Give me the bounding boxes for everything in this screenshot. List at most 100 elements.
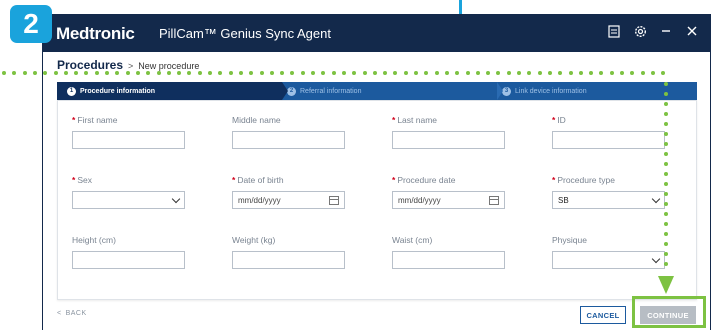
annotation-dot <box>33 71 37 75</box>
last-name-label: Last name <box>397 115 438 125</box>
annotation-dot <box>664 162 668 166</box>
annotation-dot <box>95 71 99 75</box>
annotation-dot <box>393 71 397 75</box>
step-badge: 2 <box>10 5 52 43</box>
annotation-dot <box>664 172 668 176</box>
calendar-icon[interactable] <box>489 195 499 205</box>
annotation-dot <box>507 71 511 75</box>
annotation-dot <box>527 71 531 75</box>
step-referral-information[interactable]: 2 Referral information <box>282 82 503 100</box>
step-number: 2 <box>287 86 296 96</box>
main-content: Procedures > New procedure 1 Procedure i… <box>43 52 710 330</box>
annotation-dot <box>664 92 668 96</box>
back-button[interactable]: < BACK <box>57 310 87 317</box>
annotation-dot <box>342 71 346 75</box>
annotation-dot <box>466 71 470 75</box>
physique-label: Physique <box>552 235 587 245</box>
last-name-group: * Last name <box>392 115 505 149</box>
annotation-dot <box>661 71 665 75</box>
annotation-dot <box>599 71 603 75</box>
annotation-dot <box>352 71 356 75</box>
required-marker: * <box>552 115 556 125</box>
title-bar-controls <box>607 24 699 38</box>
first-name-input[interactable] <box>72 131 185 149</box>
minimize-icon[interactable] <box>659 24 673 38</box>
annotation-dot <box>664 262 668 266</box>
date-of-birth-placeholder: mm/dd/yyyy <box>238 195 281 205</box>
sex-group: * Sex <box>72 175 185 209</box>
close-icon[interactable] <box>685 24 699 38</box>
physique-select[interactable] <box>552 251 665 269</box>
procedure-date-label: Procedure date <box>397 175 456 185</box>
waist-input[interactable] <box>392 251 505 269</box>
procedure-type-label: Procedure type <box>557 175 615 185</box>
annotation-dot <box>664 242 668 246</box>
procedure-type-value: SB <box>558 195 569 205</box>
step-chevron <box>282 82 288 100</box>
procedure-date-group: * Procedure date mm/dd/yyyy <box>392 175 505 209</box>
annotation-dot <box>664 192 668 196</box>
annotation-dot <box>2 71 6 75</box>
annotation-dot <box>260 71 264 75</box>
weight-input[interactable] <box>232 251 345 269</box>
annotation-dot <box>424 71 428 75</box>
waist-label: Waist (cm) <box>392 235 433 245</box>
annotation-dot <box>664 212 668 216</box>
breadcrumb-current: New procedure <box>138 61 200 71</box>
annotation-dot <box>414 71 418 75</box>
annotation-dot <box>579 71 583 75</box>
clipboard-icon[interactable] <box>607 24 621 38</box>
cancel-button[interactable]: CANCEL <box>580 306 626 324</box>
middle-name-input[interactable] <box>232 131 345 149</box>
gear-icon[interactable] <box>633 24 647 38</box>
step-number: 1 <box>67 86 76 96</box>
step-chevron <box>497 82 503 100</box>
procedure-date-placeholder: mm/dd/yyyy <box>398 195 441 205</box>
annotation-dot <box>208 71 212 75</box>
annotation-dot <box>610 71 614 75</box>
waist-group: Waist (cm) <box>392 235 505 269</box>
sex-label: Sex <box>77 175 92 185</box>
middle-name-label: Middle name <box>232 115 281 125</box>
annotation-dot <box>249 71 253 75</box>
annotation-dot <box>64 71 68 75</box>
id-group: * ID <box>552 115 665 149</box>
required-marker: * <box>552 175 556 185</box>
height-input[interactable] <box>72 251 185 269</box>
annotation-highlight-box <box>632 296 706 328</box>
weight-group: Weight (kg) <box>232 235 345 269</box>
app-title: PillCam™ Genius Sync Agent <box>159 26 331 41</box>
procedure-type-group: * Procedure type SB <box>552 175 665 209</box>
calendar-icon[interactable] <box>329 195 339 205</box>
required-marker: * <box>232 175 236 185</box>
annotation-dot <box>126 71 130 75</box>
brand-logo: Medtronic <box>56 24 135 43</box>
annotation-dot <box>630 71 634 75</box>
procedure-type-select[interactable]: SB <box>552 191 665 209</box>
procedure-date-input[interactable]: mm/dd/yyyy <box>392 191 505 209</box>
annotation-dot <box>486 71 490 75</box>
date-of-birth-label: Date of birth <box>237 175 284 185</box>
id-label: ID <box>557 115 566 125</box>
annotation-dot <box>620 71 624 75</box>
first-name-group: * First name <box>72 115 185 149</box>
breadcrumb-separator: > <box>128 61 134 71</box>
date-of-birth-input[interactable]: mm/dd/yyyy <box>232 191 345 209</box>
step-procedure-information[interactable]: 1 Procedure information <box>57 82 288 100</box>
annotation-dot <box>589 71 593 75</box>
sex-select[interactable] <box>72 191 185 209</box>
required-marker: * <box>392 115 396 125</box>
annotation-dot <box>664 112 668 116</box>
required-marker: * <box>72 175 76 185</box>
annotation-dot <box>664 252 668 256</box>
annotation-dot <box>641 71 645 75</box>
annotation-dot <box>321 71 325 75</box>
id-input[interactable] <box>552 131 665 149</box>
annotation-dot <box>435 71 439 75</box>
annotation-dot <box>311 71 315 75</box>
annotation-dot <box>239 71 243 75</box>
breadcrumb-root[interactable]: Procedures <box>57 58 123 72</box>
annotation-dot <box>664 142 668 146</box>
annotation-dot <box>445 71 449 75</box>
last-name-input[interactable] <box>392 131 505 149</box>
